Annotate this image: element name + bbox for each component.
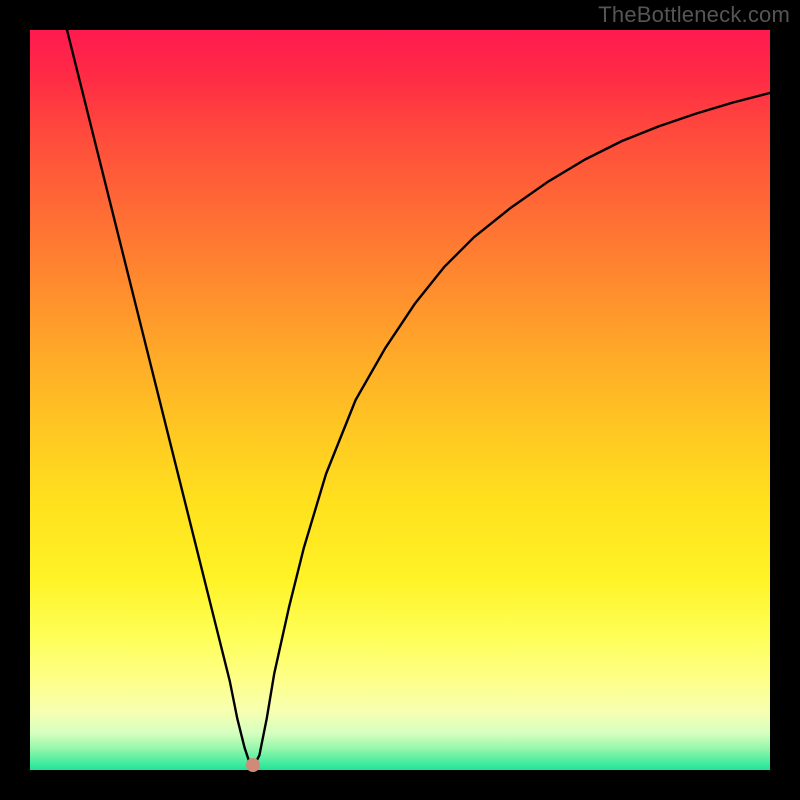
curve-overlay: [30, 30, 770, 770]
bottleneck-curve-path: [67, 30, 770, 770]
watermark-text: TheBottleneck.com: [598, 2, 790, 28]
optimal-point-marker: [246, 758, 260, 772]
chart-container: TheBottleneck.com: [0, 0, 800, 800]
